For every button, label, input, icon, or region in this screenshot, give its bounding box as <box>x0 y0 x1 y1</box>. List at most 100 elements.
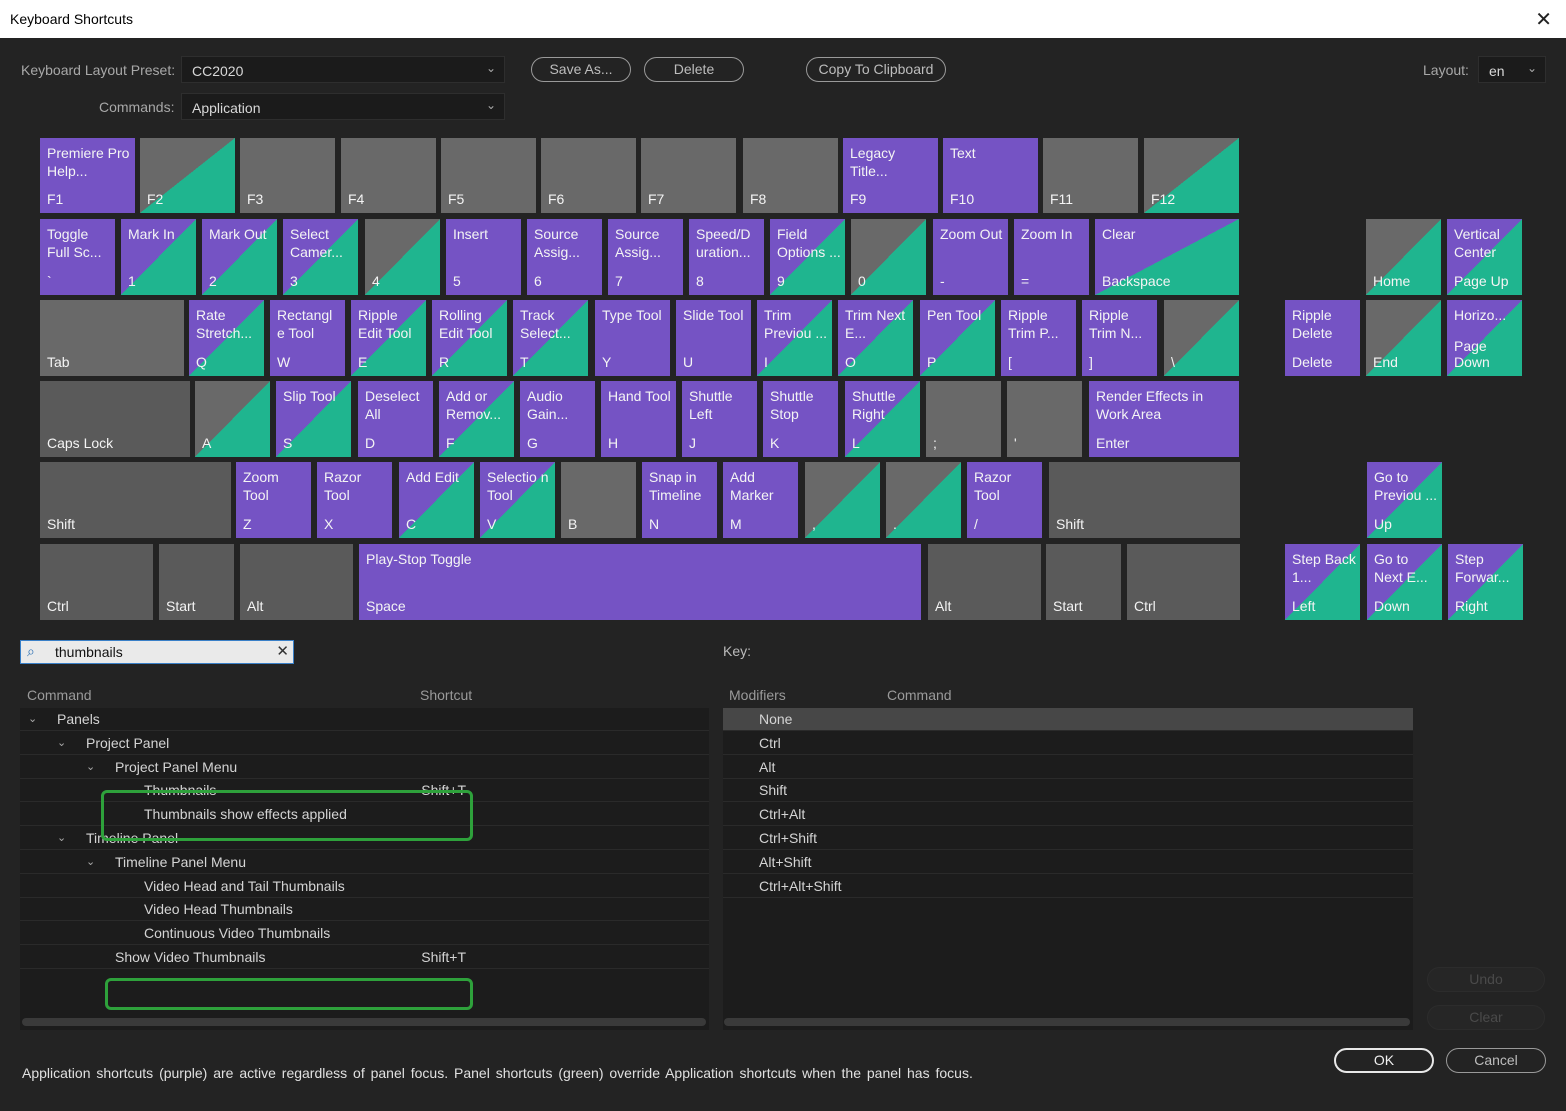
key-left[interactable]: Step Back 1... Left <box>1285 544 1360 620</box>
key-down[interactable]: Go to Next E... Down <box>1367 544 1442 620</box>
key-p[interactable]: Pen Tool P <box>920 300 995 376</box>
modifier-row[interactable]: Shift <box>723 779 1413 803</box>
key-lstart[interactable]: Start <box>159 544 234 620</box>
key-right[interactable]: Step Forwar... Right <box>1448 544 1523 620</box>
key-x[interactable]: Razor Tool X <box>317 462 392 538</box>
command-row[interactable]: Video Head Thumbnails <box>20 898 709 922</box>
chevron-down-icon[interactable]: ⌄ <box>57 831 66 844</box>
key-k0[interactable]: 0 <box>851 219 926 295</box>
ok-button[interactable]: OK <box>1334 1048 1434 1073</box>
key-v[interactable]: Selectio n Tool V <box>480 462 555 538</box>
col-shortcut-header[interactable]: Shortcut <box>420 687 472 703</box>
cancel-button[interactable]: Cancel <box>1446 1048 1546 1073</box>
key-backslash[interactable]: \ <box>1164 300 1239 376</box>
key-f12[interactable]: F12 <box>1144 138 1239 213</box>
key-semicolon[interactable]: ; <box>926 381 1001 457</box>
key-z[interactable]: Zoom Tool Z <box>236 462 311 538</box>
command-row[interactable]: ⌄ Panels <box>20 708 709 731</box>
key-rctrl[interactable]: Ctrl <box>1127 544 1240 620</box>
clear-button[interactable]: Clear <box>1427 1005 1545 1030</box>
modifier-row[interactable]: Ctrl+Shift <box>723 827 1413 850</box>
key-y[interactable]: Type Tool Y <box>595 300 670 376</box>
key-comma[interactable]: , <box>805 462 880 538</box>
command-row[interactable]: Continuous Video Thumbnails <box>20 922 709 946</box>
command-shortcut[interactable]: Shift+T <box>421 949 466 965</box>
key-lalt[interactable]: Alt <box>240 544 353 620</box>
key-k2[interactable]: Mark Out 2 <box>202 219 277 295</box>
key-a[interactable]: A <box>195 381 270 457</box>
key-f7[interactable]: F7 <box>641 138 736 213</box>
key-o[interactable]: Trim Next E... O <box>838 300 913 376</box>
key-h[interactable]: Hand Tool H <box>601 381 676 457</box>
col-modifiers-header[interactable]: Modifiers <box>729 687 786 703</box>
modifier-row[interactable]: Ctrl+Alt+Shift <box>723 875 1413 898</box>
key-kequal[interactable]: Zoom In = <box>1014 219 1089 295</box>
modifier-list-scrollbar[interactable] <box>724 1018 1410 1026</box>
key-k7[interactable]: Source Assig... 7 <box>608 219 683 295</box>
command-list-scrollbar[interactable] <box>22 1018 706 1026</box>
key-ralt[interactable]: Alt <box>928 544 1041 620</box>
key-up[interactable]: Go to Previou ... Up <box>1367 462 1442 538</box>
key-k4[interactable]: 4 <box>365 219 440 295</box>
modifier-row[interactable]: Ctrl <box>723 732 1413 755</box>
key-d[interactable]: Deselect All D <box>358 381 433 457</box>
key-backspace[interactable]: Clear Backspace <box>1095 219 1239 295</box>
key-m[interactable]: Add Marker M <box>723 462 798 538</box>
key-g[interactable]: Audio Gain... G <box>520 381 595 457</box>
key-n[interactable]: Snap in Timeline N <box>642 462 717 538</box>
close-icon[interactable]: ✕ <box>1535 7 1552 32</box>
key-w[interactable]: Rectangl e Tool W <box>270 300 345 376</box>
key-q[interactable]: Rate Stretch... Q <box>189 300 264 376</box>
modifier-row[interactable]: Alt+Shift <box>723 851 1413 874</box>
key-e[interactable]: Ripple Edit Tool E <box>351 300 426 376</box>
clear-search-icon[interactable]: ✕ <box>276 642 289 660</box>
key-f2[interactable]: F2 <box>140 138 235 213</box>
chevron-down-icon[interactable]: ⌄ <box>57 736 66 749</box>
command-row[interactable]: Video Head and Tail Thumbnails <box>20 875 709 898</box>
key-pageup[interactable]: Vertical Center Page Up <box>1447 219 1522 295</box>
key-rbracket[interactable]: Ripple Trim N...] <box>1082 300 1157 376</box>
key-r[interactable]: Rolling Edit Tool R <box>432 300 507 376</box>
modifier-row[interactable]: Alt <box>723 756 1413 779</box>
key-f4[interactable]: F4 <box>341 138 436 213</box>
key-u[interactable]: Slide Tool U <box>676 300 751 376</box>
key-b[interactable]: B <box>561 462 636 538</box>
chevron-down-icon[interactable]: ⌄ <box>86 855 95 868</box>
key-k5[interactable]: Insert 5 <box>446 219 521 295</box>
command-row[interactable]: ⌄ Project Panel Menu <box>20 756 709 779</box>
key-i[interactable]: Trim Previou ... I <box>757 300 832 376</box>
key-home[interactable]: Home <box>1366 219 1441 295</box>
command-row[interactable]: ⌄ Project Panel <box>20 732 709 755</box>
key-quote[interactable]: ' <box>1007 381 1082 457</box>
key-k8[interactable]: Speed/D uration... 8 <box>689 219 764 295</box>
key-f1[interactable]: Premiere Pro Help... F1 <box>40 138 135 213</box>
key-j[interactable]: Shuttle Left J <box>682 381 757 457</box>
key-f3[interactable]: F3 <box>240 138 335 213</box>
key-period[interactable]: . <box>886 462 961 538</box>
key-f11[interactable]: F11 <box>1043 138 1138 213</box>
key-f8[interactable]: F8 <box>743 138 838 213</box>
key-delete[interactable]: Ripple Delete Delete <box>1285 300 1360 376</box>
search-input[interactable]: thumbnails <box>55 644 123 660</box>
key-capslock[interactable]: Caps Lock <box>40 381 190 457</box>
modifier-row[interactable]: None <box>723 708 1413 731</box>
key-k6[interactable]: Source Assig... 6 <box>527 219 602 295</box>
key-lctrl[interactable]: Ctrl <box>40 544 153 620</box>
key-t[interactable]: Track Select... T <box>513 300 588 376</box>
key-lshift[interactable]: Shift <box>40 462 231 538</box>
key-c[interactable]: Add Edit C <box>399 462 474 538</box>
key-kminus[interactable]: Zoom Out - <box>933 219 1008 295</box>
key-space[interactable]: Play-Stop Toggle Space <box>359 544 921 620</box>
key-lbracket[interactable]: Ripple Trim P... [ <box>1001 300 1076 376</box>
key-k9[interactable]: Field Options ... 9 <box>770 219 845 295</box>
command-row[interactable]: Show Video Thumbnails Shift+T <box>20 946 709 969</box>
key-tab[interactable]: Tab <box>40 300 184 376</box>
key-l[interactable]: Shuttle Right L <box>845 381 920 457</box>
key-k1[interactable]: Mark In 1 <box>121 219 196 295</box>
key-f9[interactable]: Legacy Title... F9 <box>843 138 938 213</box>
key-f6[interactable]: F6 <box>541 138 636 213</box>
key-f[interactable]: Add or Remov... F <box>439 381 514 457</box>
chevron-down-icon[interactable]: ⌄ <box>28 712 37 725</box>
key-f5[interactable]: F5 <box>441 138 536 213</box>
chevron-down-icon[interactable]: ⌄ <box>86 760 95 773</box>
